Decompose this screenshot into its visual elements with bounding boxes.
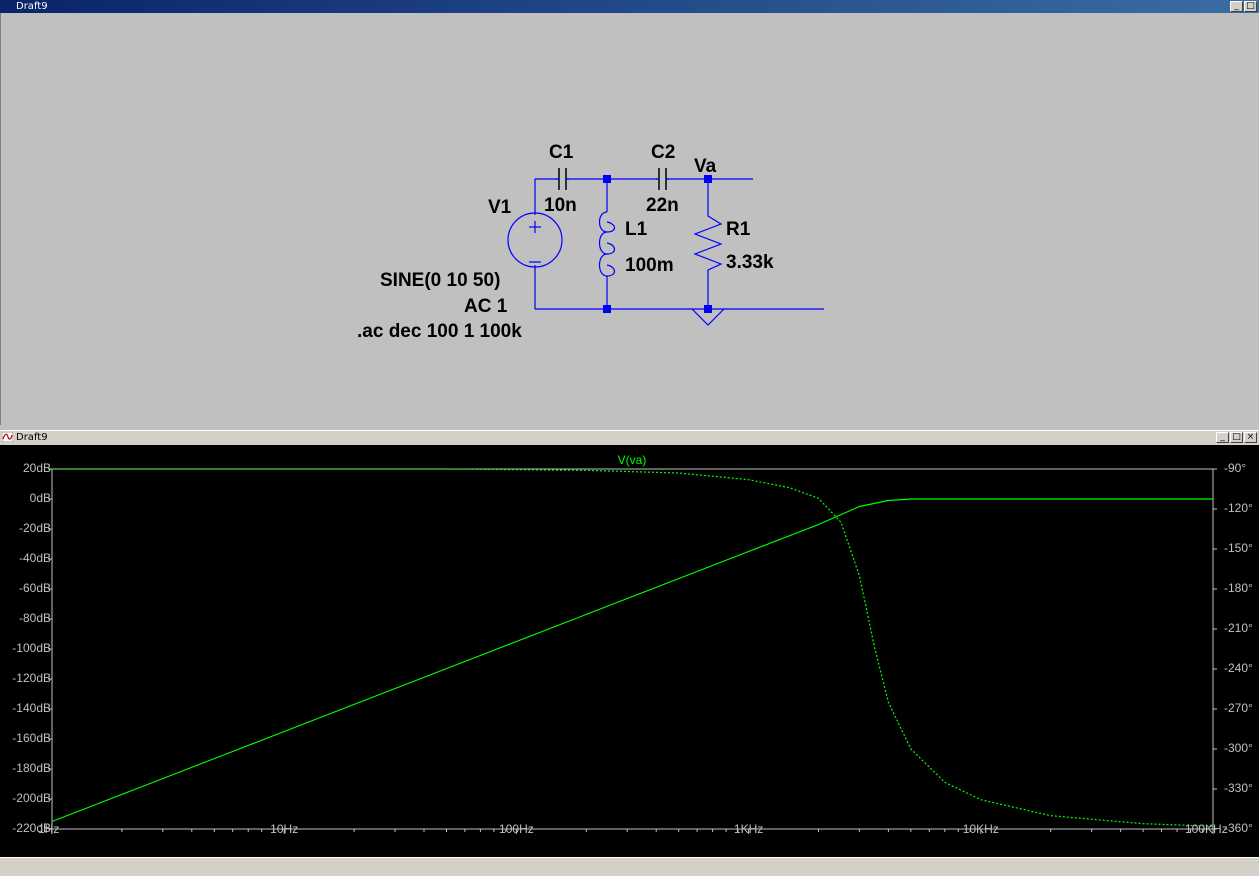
y-right-tick-label: -360° xyxy=(1224,821,1253,835)
x-tick-label: 10KHz xyxy=(962,822,999,836)
l1-name[interactable]: L1 xyxy=(625,219,647,241)
plot-area[interactable] xyxy=(0,445,1259,875)
x-tick-label: 100Hz xyxy=(499,822,534,836)
y-right-tick-label: -180° xyxy=(1224,581,1253,595)
schematic-window-title: Draft9 xyxy=(16,1,48,12)
waveform-icon xyxy=(2,432,13,442)
voltage-source-v1[interactable] xyxy=(507,212,563,268)
schematic-window: Draft9 _ □ C1 10n C2 22n Va V1 L1 100m R… xyxy=(0,0,1259,430)
net-label-va[interactable]: Va xyxy=(694,156,716,178)
y-right-tick-label: -120° xyxy=(1224,501,1253,515)
capacitor-c2[interactable] xyxy=(656,168,669,190)
plot-window-buttons: _ □ × xyxy=(1216,431,1257,444)
spice-directive[interactable]: .ac dec 100 1 100k xyxy=(357,321,522,343)
y-right-tick-label: -240° xyxy=(1224,661,1253,675)
minimize-button[interactable]: _ xyxy=(1216,432,1229,443)
y-right-tick-label: -210° xyxy=(1224,621,1253,635)
plot-titlebar[interactable]: Draft9 _ □ × xyxy=(0,430,1259,446)
schematic-titlebar[interactable]: Draft9 _ □ xyxy=(0,0,1259,13)
maximize-button[interactable]: □ xyxy=(1230,432,1243,443)
maximize-button[interactable]: □ xyxy=(1244,1,1257,12)
x-tick-label: 100KHz xyxy=(1185,822,1228,836)
y-left-tick-label: -80dB xyxy=(18,611,51,625)
y-left-tick-label: -60dB xyxy=(18,581,51,595)
schematic-canvas[interactable]: C1 10n C2 22n Va V1 L1 100m R1 3.33k SIN… xyxy=(0,13,1259,425)
c2-value[interactable]: 22n xyxy=(646,195,679,217)
y-right-tick-label: -330° xyxy=(1224,781,1253,795)
y-left-tick-label: -40dB xyxy=(18,551,51,565)
x-tick-label: 1Hz xyxy=(38,822,60,836)
minimize-button[interactable]: _ xyxy=(1230,1,1243,12)
y-left-tick-label: -200dB xyxy=(12,791,51,805)
capacitor-c1[interactable] xyxy=(556,168,569,190)
c2-name[interactable]: C2 xyxy=(651,142,675,164)
y-right-tick-label: -150° xyxy=(1224,541,1253,555)
trace-label[interactable]: V(va) xyxy=(618,453,647,467)
status-bar xyxy=(0,857,1259,876)
plot-window-title: Draft9 xyxy=(16,432,48,443)
y-right-tick-label: -90° xyxy=(1224,461,1247,475)
y-left-tick-label: -180dB xyxy=(12,761,51,775)
y-right-tick-label: -300° xyxy=(1224,741,1253,755)
l1-value[interactable]: 100m xyxy=(625,255,674,277)
c1-value[interactable]: 10n xyxy=(544,195,577,217)
y-left-tick-label: -140dB xyxy=(12,701,51,715)
r1-value[interactable]: 3.33k xyxy=(726,252,774,274)
y-left-tick-label: -120dB xyxy=(12,671,51,685)
y-left-tick-label: -100dB xyxy=(12,641,51,655)
y-right-tick-label: -270° xyxy=(1224,701,1253,715)
v1-name[interactable]: V1 xyxy=(488,197,511,219)
x-tick-label: 1KHz xyxy=(733,822,764,836)
y-left-tick-label: 20dB xyxy=(22,461,51,475)
y-left-tick-label: -160dB xyxy=(12,731,51,745)
schematic-window-buttons: _ □ xyxy=(1230,0,1257,13)
y-left-tick-label: -20dB xyxy=(18,521,51,535)
inductor-l1[interactable] xyxy=(598,211,616,288)
x-tick-label: 10Hz xyxy=(270,822,299,836)
plot-window: Draft9 _ □ × xyxy=(0,430,1259,875)
r1-name[interactable]: R1 xyxy=(726,219,750,241)
v1-value[interactable]: SINE(0 10 50) xyxy=(380,270,500,292)
close-button[interactable]: × xyxy=(1244,432,1257,443)
y-left-tick-label: 0dB xyxy=(29,491,51,505)
resistor-r1[interactable] xyxy=(693,212,723,276)
c1-name[interactable]: C1 xyxy=(549,142,573,164)
v1-ac[interactable]: AC 1 xyxy=(464,296,507,318)
